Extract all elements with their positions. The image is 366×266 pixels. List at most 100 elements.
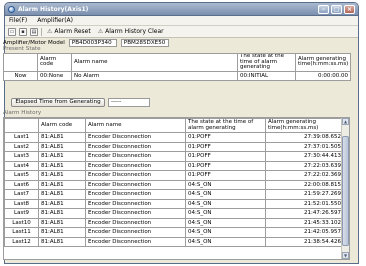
alarm-time: 21:42:05.957 [265, 227, 344, 238]
minimize-icon[interactable]: – [318, 4, 329, 14]
table-row[interactable]: Last1 81:AL81 Encoder Disconnection 01:POFF… [4, 132, 344, 143]
alarm-time: 27:22:02.369 [265, 170, 344, 181]
alarm-time: 21:52:01.550 [265, 198, 344, 209]
alarm-code: 81:AL81 [38, 132, 86, 143]
alarm-state: 00:INITIAL [237, 70, 296, 81]
elapsed-time-value: ----- [108, 98, 150, 107]
alarm-name: Encoder Disconnection [85, 132, 186, 143]
alarm-history-clear-label: Alarm History Clear [105, 28, 164, 35]
maximize-icon[interactable]: □ [331, 4, 342, 14]
save-icon[interactable]: ▪ [19, 27, 27, 36]
warning-icon: ⚠ [47, 28, 53, 35]
table-row[interactable]: Last4 81:AL81 Encoder Disconnection 01:POFF… [4, 160, 344, 171]
elapsed-time-button[interactable]: Elapsed Time from Generating [11, 98, 105, 107]
alarm-state: 04:S_ON [185, 179, 266, 190]
table-row[interactable]: Last2 81:AL81 Encoder Disconnection 01:POFF… [4, 141, 344, 152]
alarm-code: 81:AL81 [38, 170, 86, 181]
alarm-state: 04:S_ON [185, 236, 266, 247]
row-label: Last2 [4, 141, 39, 152]
row-label: Last9 [4, 208, 39, 219]
alarm-code: 00:None [37, 70, 72, 81]
table-row[interactable]: Last10 81:AL81 Encoder Disconnection 04:S_O… [4, 217, 344, 228]
table-row[interactable]: Last5 81:AL81 Encoder Disconnection 01:POFF… [4, 170, 344, 181]
column-header [4, 118, 39, 133]
alarm-time: 27:37:01.505 [265, 141, 344, 152]
alarm-history-list[interactable]: Alarm code Alarm name The state at the t… [3, 117, 350, 260]
alarm-name: Encoder Disconnection [85, 227, 186, 238]
present-state-table: Alarm code Alarm name The state at the t… [3, 53, 351, 81]
column-header: Alarm generating time(h:mm:ss.ms) [265, 118, 344, 133]
present-state-label: Present State [3, 46, 41, 52]
alarm-state: 01:POFF [185, 151, 266, 162]
alarm-reset-label: Alarm Reset [54, 28, 91, 35]
table-row[interactable]: Last8 81:AL81 Encoder Disconnection 04:S_ON… [4, 198, 344, 209]
column-header: Alarm name [71, 53, 238, 72]
column-header: Alarm name [85, 118, 186, 133]
alarm-history-table: Alarm code Alarm name The state at the t… [4, 118, 344, 247]
alarm-state: 04:S_ON [185, 217, 266, 228]
alarm-name: Encoder Disconnection [85, 170, 186, 181]
row-label: Last11 [4, 227, 39, 238]
vertical-scrollbar[interactable]: ▲ ▼ [341, 118, 349, 259]
row-label: Last12 [4, 236, 39, 247]
menu-file[interactable]: File(F) [9, 17, 27, 24]
column-header: Alarm code [37, 53, 72, 72]
alarm-history-clear-button[interactable]: ⚠ Alarm History Clear [96, 28, 166, 35]
alarm-time: 21:38:54.426 [265, 236, 344, 247]
row-label: Last6 [4, 179, 39, 190]
alarm-name: Encoder Disconnection [85, 179, 186, 190]
motor-model-field: PBM285DXE50 [120, 39, 169, 47]
column-header: Alarm generating time(h:mm:ss.ms) [295, 53, 351, 72]
alarm-time: 27:39:08.652 [265, 132, 344, 143]
alarm-time: 21:47:26.597 [265, 208, 344, 219]
scroll-down-icon[interactable]: ▼ [342, 252, 349, 259]
table-row[interactable]: Last9 81:AL81 Encoder Disconnection 04:S_ON… [4, 208, 344, 219]
alarm-code: 81:AL81 [38, 227, 86, 238]
row-label: Last7 [4, 189, 39, 200]
scroll-up-icon[interactable]: ▲ [342, 118, 349, 125]
alarm-name: Encoder Disconnection [85, 236, 186, 247]
alarm-time: 27:30:44.413 [265, 151, 344, 162]
alarm-name: Encoder Disconnection [85, 160, 186, 171]
present-row: Now 00:None No Alarm 00:INITIAL 0:00:00.… [3, 70, 351, 81]
alarm-reset-button[interactable]: ⚠ Alarm Reset [45, 28, 93, 35]
alarm-code: 81:AL81 [38, 208, 86, 219]
row-label: Last4 [4, 160, 39, 171]
row-label: Now [3, 70, 38, 81]
table-row[interactable]: Last6 81:AL81 Encoder Disconnection 04:S_ON… [4, 179, 344, 190]
toolbar-separator [41, 27, 42, 36]
column-header: Alarm code [38, 118, 86, 133]
window-controls: – □ × [318, 4, 355, 14]
alarm-time: 0:00:00.00 [295, 70, 351, 81]
alarm-state: 01:POFF [185, 170, 266, 181]
alarm-state: 04:S_ON [185, 189, 266, 200]
table-row[interactable]: Last12 81:AL81 Encoder Disconnection 04:S_O… [4, 236, 344, 247]
column-header: The state at the time of alarm generatin… [237, 53, 296, 72]
app-icon [8, 5, 15, 13]
history-header-row: Alarm code Alarm name The state at the t… [4, 118, 344, 133]
alarm-code: 81:AL81 [38, 236, 86, 247]
alarm-state: 04:S_ON [185, 198, 266, 209]
alarm-code: 81:AL81 [38, 217, 86, 228]
open-icon[interactable]: ▭ [8, 27, 16, 36]
menu-amplifier[interactable]: Amplifier(A) [37, 17, 73, 24]
alarm-state: 01:POFF [185, 160, 266, 171]
elapsed-time-row: Elapsed Time from Generating ----- [11, 98, 150, 107]
alarm-state: 01:POFF [185, 141, 266, 152]
alarm-name: Encoder Disconnection [85, 151, 186, 162]
alarm-name: Encoder Disconnection [85, 217, 186, 228]
table-row[interactable]: Last7 81:AL81 Encoder Disconnection 04:S_ON… [4, 189, 344, 200]
close-icon[interactable]: × [344, 4, 355, 14]
alarm-time: 22:00:08.815 [265, 179, 344, 190]
title-bar[interactable]: Alarm History(Axis1) – □ × [5, 3, 358, 16]
print-icon[interactable]: ▤ [30, 27, 38, 36]
scrollbar-thumb[interactable] [342, 136, 349, 246]
toolbar: ▭ ▪ ▤ ⚠ Alarm Reset ⚠ Alarm History Clea… [5, 26, 358, 38]
alarm-time: 21:59:27.269 [265, 189, 344, 200]
row-label: Last3 [4, 151, 39, 162]
alarm-state: 04:S_ON [185, 227, 266, 238]
table-row[interactable]: Last11 81:AL81 Encoder Disconnection 04:S_O… [4, 227, 344, 238]
alarm-state: 04:S_ON [185, 208, 266, 219]
table-row[interactable]: Last3 81:AL81 Encoder Disconnection 01:POFF… [4, 151, 344, 162]
alarm-code: 81:AL81 [38, 151, 86, 162]
